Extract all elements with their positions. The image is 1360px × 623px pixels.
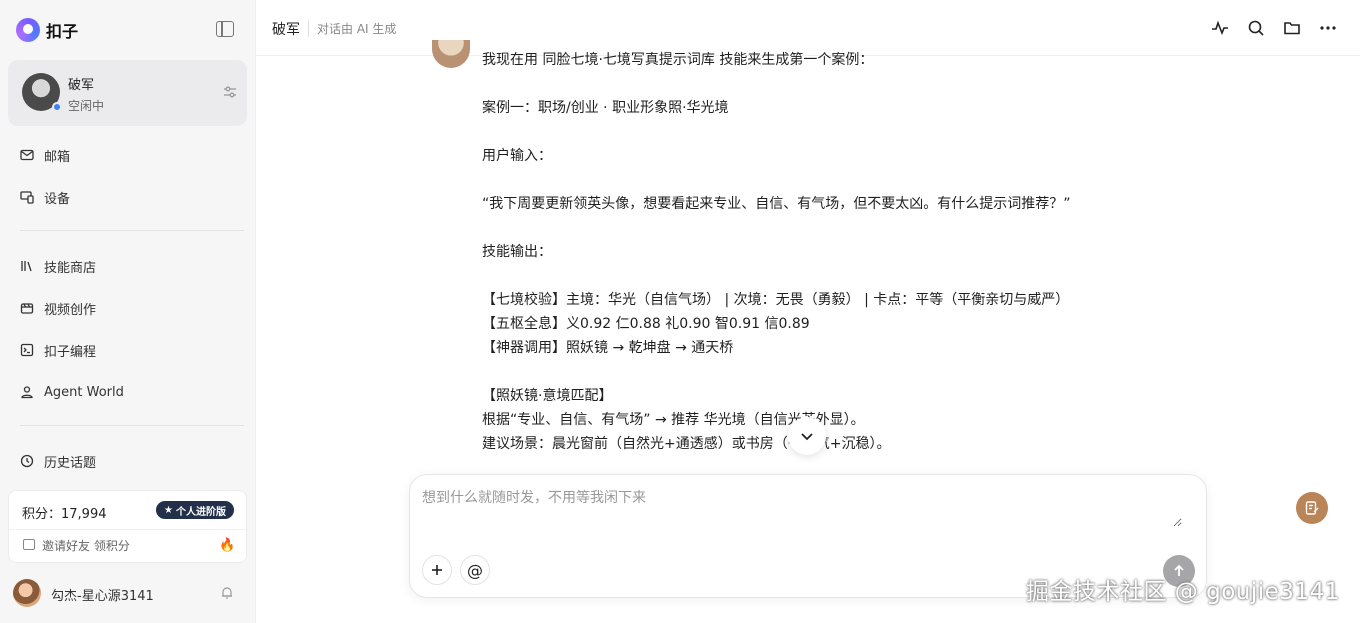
sidebar-item-label: 技能商店 bbox=[44, 260, 97, 276]
invite-text: 邀请好友 领积分 bbox=[42, 539, 130, 553]
agent-name: 破军 bbox=[68, 78, 95, 93]
sidebar-item-coding[interactable]: 扣子编程 bbox=[20, 339, 96, 361]
scroll-to-bottom-button[interactable] bbox=[788, 417, 826, 455]
more-icon[interactable] bbox=[1318, 18, 1338, 38]
person-icon bbox=[21, 386, 33, 399]
agent-card[interactable]: 破军 空闲中 bbox=[8, 60, 247, 126]
sidebar-item-video[interactable]: 视频创作 bbox=[20, 297, 96, 319]
chevron-down-icon bbox=[801, 433, 813, 441]
brand[interactable]: 扣子 bbox=[16, 18, 78, 42]
sidebar-item-mail[interactable]: 邮箱 bbox=[20, 144, 70, 166]
message-line: 【神器调用】照妖镜 → 乾坤盘 → 通天桥 bbox=[482, 340, 734, 356]
points-card: 积分：17,994 ★ 个人进阶版 邀请好友 领积分 🔥 bbox=[8, 490, 247, 563]
sidebar-item-history[interactable]: 历史话题 bbox=[20, 450, 96, 472]
ai-disclaimer: 对话由 AI 生成 bbox=[308, 20, 396, 37]
message-line: 建议场景：晨光窗前（自然光+通透感）或书房（书卷气+沉稳）。 bbox=[482, 436, 891, 452]
edit-note-icon bbox=[1305, 501, 1319, 515]
agent-message-avatar bbox=[432, 40, 470, 68]
fire-icon: 🔥 bbox=[219, 538, 236, 553]
message-line bbox=[482, 168, 1182, 192]
message-line: 我现在用 同脸七境·七境写真提示词库 技能来生成第一个案例： bbox=[482, 52, 874, 68]
agent-status: 空闲中 bbox=[68, 99, 105, 113]
message-line bbox=[482, 360, 1182, 384]
mail-icon bbox=[20, 149, 34, 161]
chat-title: 破军 bbox=[272, 22, 300, 38]
message-line bbox=[482, 216, 1182, 240]
user-row[interactable]: 勾杰-星心源3141 bbox=[13, 579, 241, 607]
message-line: 技能输出： bbox=[482, 244, 552, 260]
points-balance: 积分：17,994 bbox=[22, 507, 107, 522]
add-attachment-button[interactable] bbox=[422, 555, 452, 585]
plan-badge[interactable]: ★ 个人进阶版 bbox=[156, 501, 234, 519]
invite-row[interactable]: 邀请好友 领积分 🔥 bbox=[9, 529, 246, 563]
sidebar-item-label: 扣子编程 bbox=[44, 344, 97, 360]
message-line bbox=[482, 120, 1182, 144]
sidebar-item-skill-store[interactable]: 技能商店 bbox=[20, 255, 96, 277]
activity-icon[interactable] bbox=[1210, 18, 1230, 38]
history-icon bbox=[20, 454, 34, 468]
sidebar-item-agent-world[interactable]: Agent World bbox=[20, 381, 124, 403]
message-line: 案例一：职场/创业 · 职业形象照·华光境 bbox=[482, 100, 729, 116]
message-line: 【五枢全息】义0.92 仁0.88 礼0.90 智0.91 信0.89 bbox=[482, 316, 810, 332]
message-line: 【照妖镜·意境匹配】 bbox=[482, 388, 613, 404]
message-line bbox=[482, 72, 1182, 96]
devices-icon bbox=[20, 191, 34, 204]
user-avatar bbox=[13, 579, 41, 607]
message-line: 【七境校验】主境：华光（自信气场） | 次境：无畏（勇毅） | 卡点：平等（平衡… bbox=[482, 292, 1070, 308]
watermark: 掘金技术社区 @ goujie3141 bbox=[1026, 579, 1340, 605]
message-input[interactable] bbox=[422, 487, 1182, 527]
library-icon bbox=[21, 261, 32, 272]
search-icon[interactable] bbox=[1246, 18, 1266, 38]
plus-icon bbox=[432, 565, 442, 575]
mention-button[interactable]: @ bbox=[460, 555, 490, 585]
sidebar: 扣子 破军 空闲中 邮箱 设备 技能商店 视频创作 扣子编程 Agent Wor… bbox=[0, 0, 256, 623]
divider bbox=[20, 230, 244, 231]
assistant-message: 我现在用 同脸七境·七境写真提示词库 技能来生成第一个案例： 案例一：职场/创业 … bbox=[482, 48, 1182, 456]
sidebar-item-label: 邮箱 bbox=[44, 149, 71, 165]
message-line: 根据“专业、自信、有气场” → 推荐 华光境（自信光芒外显）。 bbox=[482, 412, 865, 428]
sidebar-item-label: Agent World bbox=[44, 384, 124, 400]
folder-icon[interactable] bbox=[1282, 18, 1302, 38]
terminal-icon bbox=[20, 343, 34, 357]
divider bbox=[20, 425, 244, 426]
sidebar-toggle-icon[interactable] bbox=[216, 21, 234, 37]
sidebar-item-label: 视频创作 bbox=[44, 302, 97, 318]
user-name: 勾杰-星心源3141 bbox=[51, 589, 154, 604]
gift-icon bbox=[23, 539, 35, 550]
sidebar-item-label: 历史话题 bbox=[44, 455, 97, 471]
sidebar-item-devices[interactable]: 设备 bbox=[20, 186, 70, 208]
star-icon: ★ bbox=[164, 504, 173, 516]
brand-name: 扣子 bbox=[46, 22, 79, 41]
brand-logo-icon bbox=[16, 18, 40, 42]
at-icon: @ bbox=[467, 560, 483, 580]
floating-notes-button[interactable] bbox=[1296, 492, 1328, 524]
sidebar-item-label: 设备 bbox=[44, 191, 71, 207]
message-line: “我下周要更新领英头像，想要看起来专业、自信、有气场，但不要太凶。有什么提示词推… bbox=[482, 196, 1071, 212]
plan-badge-label: 个人进阶版 bbox=[175, 506, 226, 518]
message-line: 用户输入： bbox=[482, 148, 552, 164]
sliders-icon[interactable] bbox=[222, 84, 238, 100]
bell-icon[interactable] bbox=[220, 586, 234, 600]
video-icon bbox=[20, 303, 34, 314]
message-line bbox=[482, 264, 1182, 288]
status-dot bbox=[52, 102, 62, 112]
